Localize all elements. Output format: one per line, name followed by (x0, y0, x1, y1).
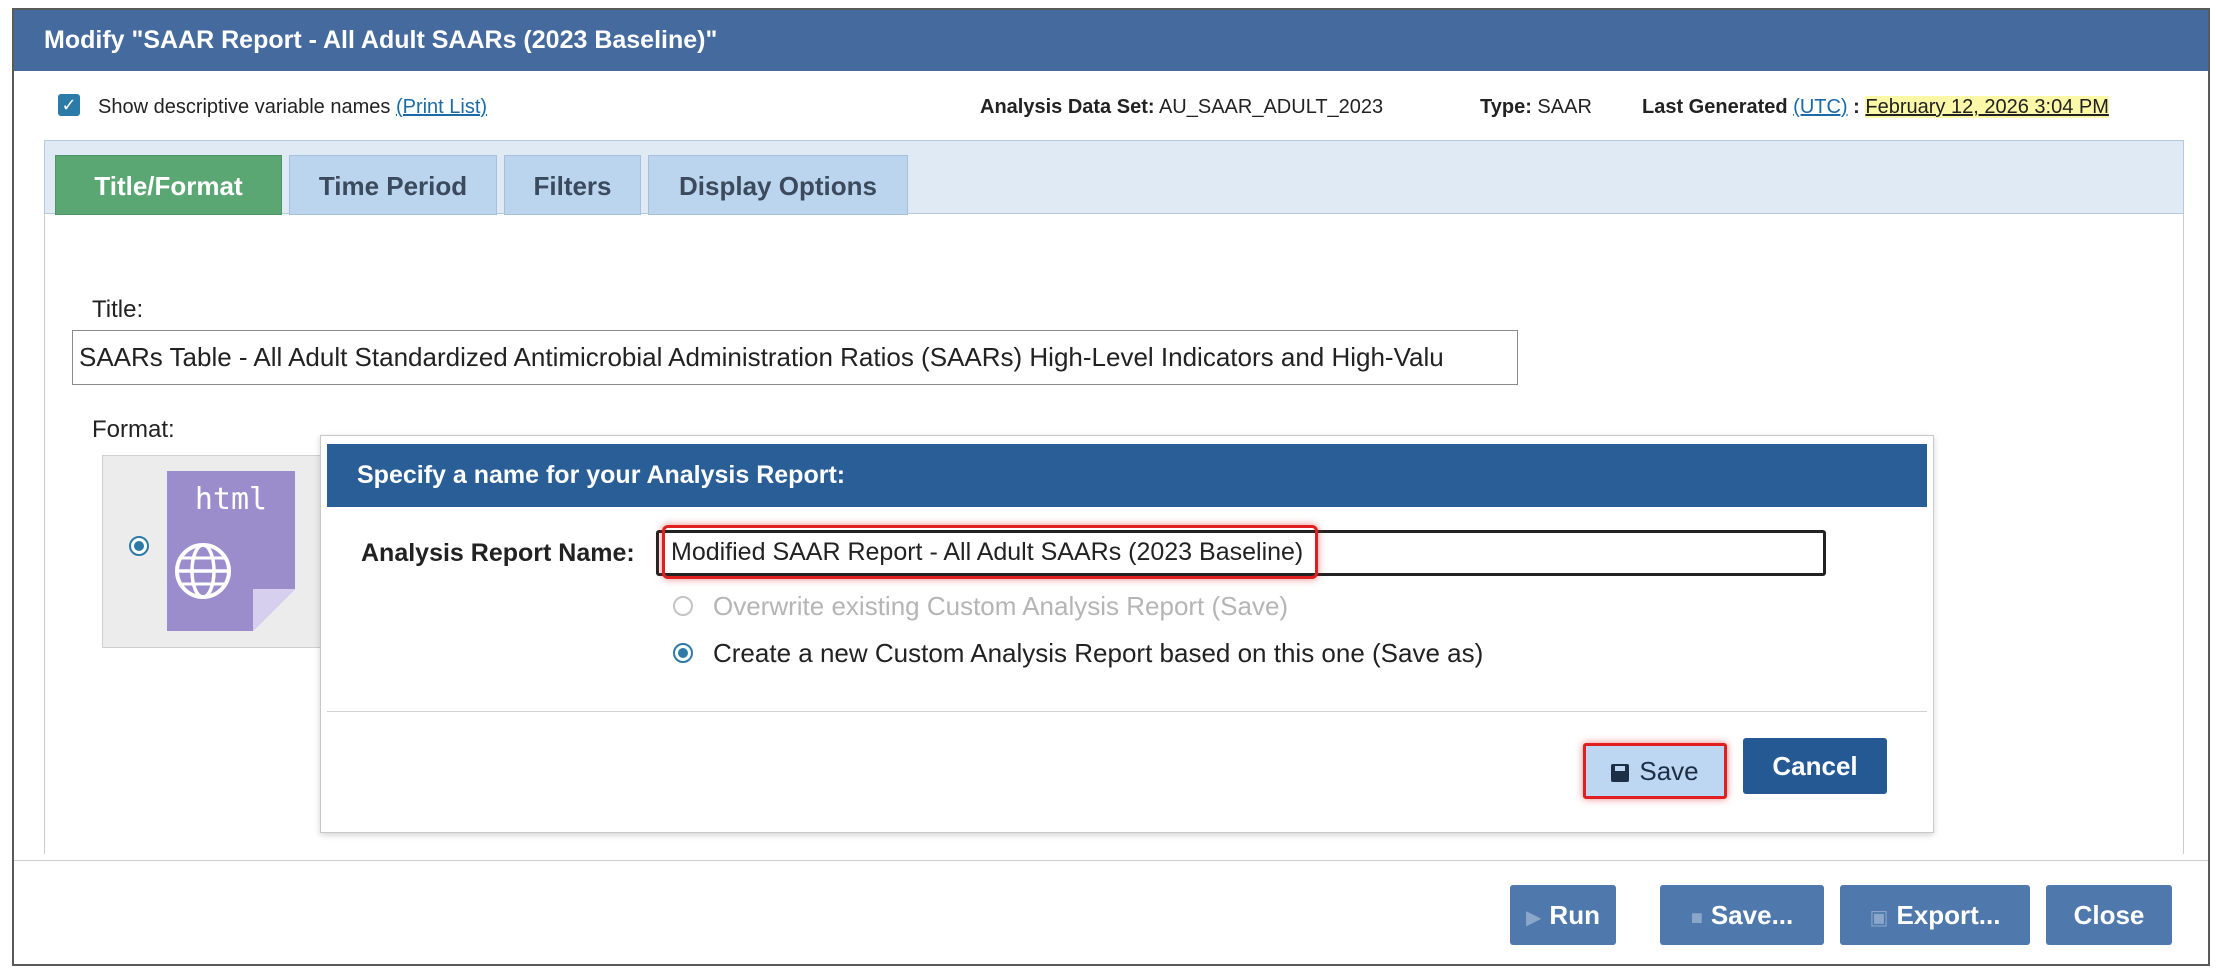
utc-link[interactable]: (UTC) (1793, 96, 1847, 118)
overwrite-radio[interactable] (673, 596, 693, 616)
dataset-info: Analysis Data Set: AU_SAAR_ADULT_2023 (980, 96, 1383, 119)
format-label: Format: (92, 416, 175, 443)
title-input[interactable]: SAARs Table - All Adult Standardized Ant… (72, 330, 1518, 385)
footer-divider (14, 860, 2208, 861)
show-names-label: Show descriptive variable names (Print L… (98, 96, 487, 119)
overwrite-option-label: Overwrite existing Custom Analysis Repor… (713, 591, 1289, 621)
modify-report-window: Modify "SAAR Report - All Adult SAARs (2… (12, 8, 2210, 966)
title-label: Title: (92, 296, 144, 323)
type-value: SAAR (1537, 96, 1592, 118)
dialog-header: Specify a name for your Analysis Report: (327, 444, 1927, 507)
dataset-label: Analysis Data Set: (980, 96, 1155, 118)
html-icon-text: html (195, 482, 267, 517)
show-names-text: Show descriptive variable names (98, 96, 391, 118)
last-generated-label: Last Generated (1642, 96, 1788, 118)
report-name-input[interactable]: Modified SAAR Report - All Adult SAARs (… (656, 525, 1826, 579)
report-name-value[interactable]: Modified SAAR Report - All Adult SAARs (… (662, 525, 1319, 579)
export-icon: ▣ (1869, 907, 1889, 929)
save-as-label: Save... (1710, 900, 1794, 930)
dialog-cancel-button[interactable]: Cancel (1743, 738, 1887, 794)
export-button[interactable]: ▣ Export... (1840, 885, 2030, 945)
save-icon (1611, 764, 1630, 782)
run-label: Run (1549, 900, 1600, 930)
show-names-checkbox[interactable]: ✓ (58, 94, 80, 116)
save-report-dialog: Specify a name for your Analysis Report:… (320, 435, 1934, 833)
last-generated-info: Last Generated (UTC) : February 12, 2026… (1642, 96, 2109, 119)
type-info: Type: SAAR (1480, 96, 1592, 119)
format-html-radio[interactable] (129, 536, 149, 556)
export-label: Export... (1896, 900, 2001, 930)
save-as-button[interactable]: ■ Save... (1660, 885, 1824, 945)
print-list-link[interactable]: (Print List) (396, 96, 487, 118)
run-button[interactable]: ▶ Run (1510, 885, 1616, 945)
tab-filters[interactable]: Filters (504, 155, 641, 215)
html-file-icon: html (167, 471, 295, 631)
play-icon: ▶ (1526, 907, 1542, 929)
tab-bar: Title/Format Time Period Filters Display… (44, 140, 2184, 215)
dataset-value: AU_SAAR_ADULT_2023 (1158, 96, 1384, 118)
dialog-divider (327, 711, 1927, 712)
dialog-save-button[interactable]: Save (1583, 743, 1727, 799)
close-button[interactable]: Close (2046, 885, 2172, 945)
save-as-radio[interactable] (673, 643, 693, 663)
format-option-html[interactable]: html (102, 455, 332, 648)
last-generated-date[interactable]: February 12, 2026 3:04 PM (1865, 96, 2109, 118)
tab-title-format[interactable]: Title/Format (55, 155, 282, 215)
tab-time-period[interactable]: Time Period (289, 155, 497, 215)
info-bar: ✓ Show descriptive variable names (Print… (14, 86, 2208, 126)
type-label: Type: (1480, 96, 1532, 118)
save-as-option-label: Create a new Custom Analysis Report base… (713, 638, 1484, 668)
disk-icon: ■ (1690, 907, 1703, 929)
dialog-save-label: Save (1639, 756, 1699, 786)
colon-sep: : (1853, 96, 1860, 118)
window-title: Modify "SAAR Report - All Adult SAARs (2… (14, 10, 2208, 71)
tab-display-options[interactable]: Display Options (648, 155, 908, 215)
report-name-label: Analysis Report Name: (361, 539, 635, 567)
